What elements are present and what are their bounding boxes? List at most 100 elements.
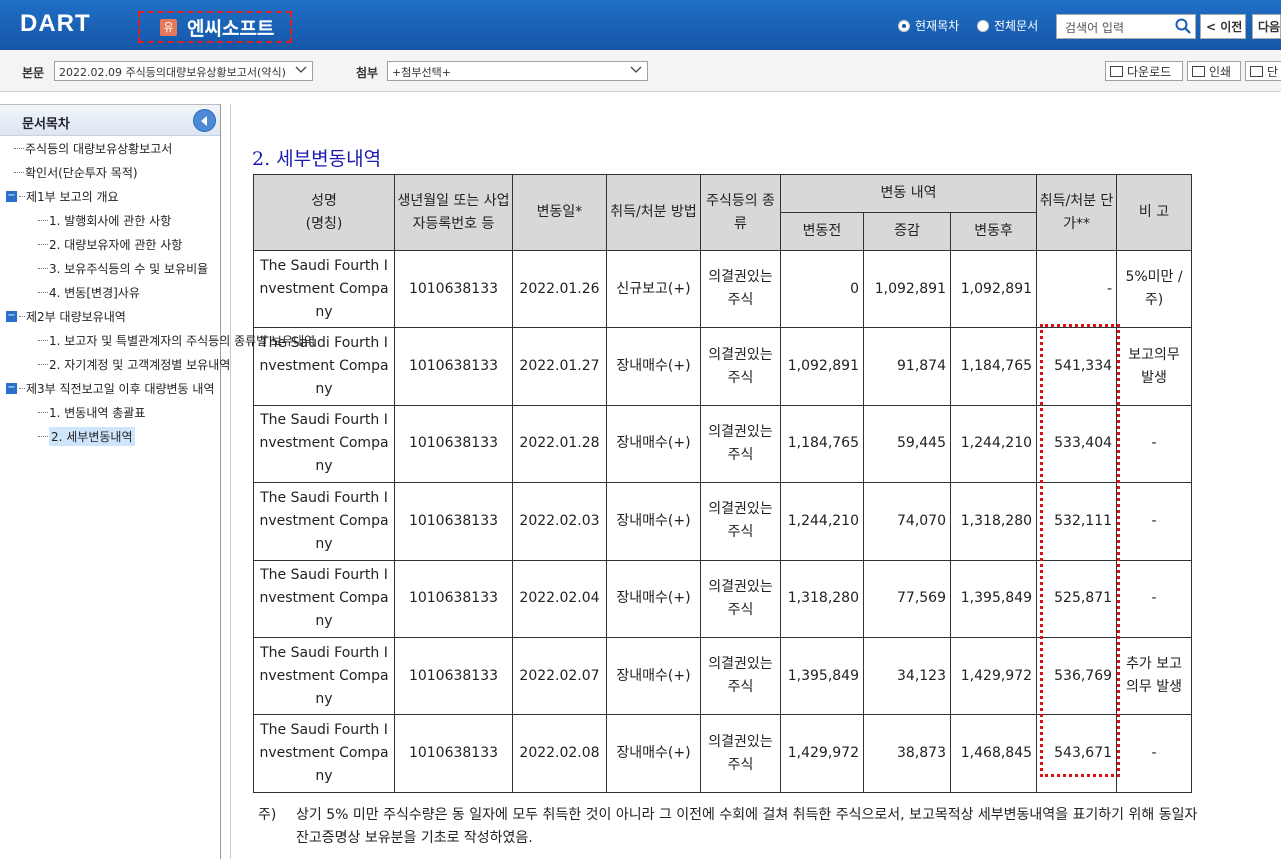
toc-item[interactable]: 1. 변동내역 총괄표 [38, 402, 145, 422]
section-title: 2. 세부변동내역 [252, 148, 382, 170]
content-divider [230, 104, 231, 859]
collapse-icon[interactable]: − [6, 310, 17, 322]
company-badge-icon: 유 [160, 18, 177, 36]
toc-item[interactable]: 3. 보유주식등의 수 및 보유비율 [38, 258, 208, 278]
dart-logo[interactable]: DART [20, 10, 91, 38]
collapse-icon[interactable]: − [6, 382, 17, 394]
header-after: 변동후 [949, 212, 1038, 251]
toc-item[interactable]: 2. 대량보유자에 관한 사항 [38, 234, 182, 254]
toc-item-active[interactable]: 2. 세부변동내역 [38, 426, 135, 446]
view-label: 단 [1267, 64, 1279, 79]
radio-all-docs[interactable]: 전체문서 [977, 17, 1038, 34]
table-row: The Saudi Fourth Investment Company 1010… [253, 714, 1193, 793]
cell-regno: 1010638133 [394, 404, 513, 484]
cell-delta: 59,445 [863, 404, 951, 484]
company-title: 유 엔씨소프트 [138, 11, 292, 43]
toc-title: 문서목차 [22, 117, 70, 132]
header-change-group: 변동 내역 [779, 174, 1038, 213]
table-row: The Saudi Fourth Investment Company 1010… [253, 404, 1193, 484]
cell-method: 장내매수(+) [606, 404, 701, 484]
toc-group[interactable]: − 제1부 보고의 개요 [6, 186, 119, 206]
cell-after: 1,468,845 [949, 714, 1038, 793]
cell-date: 2022.01.27 [512, 327, 607, 406]
toc-item[interactable]: 1. 발행회사에 관한 사항 [38, 210, 171, 230]
search-placeholder: 검색어 입력 [1065, 21, 1125, 35]
cell-method: 장내매수(+) [606, 482, 701, 561]
cell-delta: 77,569 [863, 559, 951, 638]
body-select[interactable]: 2022.02.09 주식등의대량보유상황보고서(약식) [54, 61, 313, 81]
cell-kind: 의결권있는 주식 [700, 482, 781, 561]
cell-date: 2022.02.07 [512, 636, 607, 716]
cell-kind: 의결권있는 주식 [700, 404, 781, 484]
cell-name: The Saudi Fourth Investment Company [253, 482, 395, 561]
next-button[interactable]: 다음 [1252, 14, 1281, 39]
cell-regno: 1010638133 [394, 714, 513, 793]
table-row: The Saudi Fourth Investment Company 1010… [253, 249, 1193, 329]
cell-price: 525,871 [1036, 559, 1118, 638]
chevron-down-icon [295, 64, 307, 76]
cell-note: 추가 보고의무 발생 [1116, 636, 1193, 716]
cell-name: The Saudi Fourth Investment Company [253, 714, 395, 793]
cell-name: The Saudi Fourth Investment Company [253, 249, 395, 329]
cell-after: 1,318,280 [949, 482, 1038, 561]
body-label: 본문 [22, 66, 45, 80]
cell-price: 533,404 [1036, 404, 1118, 484]
cell-before: 1,395,849 [780, 636, 864, 716]
cell-before: 1,184,765 [780, 404, 864, 484]
cell-kind: 의결권있는 주식 [700, 559, 781, 638]
cell-date: 2022.01.26 [512, 249, 607, 329]
cell-before: 1,092,891 [780, 327, 864, 406]
print-button[interactable]: 인쇄 [1187, 61, 1241, 81]
cell-kind: 의결권있는 주식 [700, 714, 781, 793]
attach-label: 첨부 [356, 66, 379, 80]
table-row: The Saudi Fourth Investment Company 1010… [253, 327, 1193, 406]
toc-group[interactable]: − 제2부 대량보유내역 [6, 306, 126, 326]
cell-price: - [1036, 249, 1118, 329]
header-method: 취득/처분 방법 [606, 174, 701, 251]
radio-current-icon[interactable] [898, 19, 910, 32]
header-name: 성명 (명칭) [253, 174, 395, 251]
cell-before: 0 [780, 249, 864, 329]
cell-name: The Saudi Fourth Investment Company [253, 636, 395, 716]
detail-change-table: 성명 (명칭) 생년월일 또는 사업자등록번호 등 변동일* 취득/처분 방법 … [253, 174, 1193, 793]
cell-before: 1,318,280 [780, 559, 864, 638]
cell-note: - [1116, 559, 1193, 638]
toc-item[interactable]: 주식등의 대량보유상황보고서 [14, 138, 172, 158]
cell-regno: 1010638133 [394, 636, 513, 716]
body-select-value: 2022.02.09 주식등의대량보유상황보고서(약식) [59, 66, 286, 79]
toc-item[interactable]: 2. 자기계정 및 고객계정별 보유내역 [38, 354, 230, 374]
radio-all-label: 전체문서 [994, 19, 1039, 33]
cell-kind: 의결권있는 주식 [700, 249, 781, 329]
view-button[interactable]: 단 [1245, 61, 1281, 81]
cell-date: 2022.02.03 [512, 482, 607, 561]
chevron-down-icon [630, 66, 642, 73]
collapse-sidebar-button[interactable] [193, 109, 216, 132]
cell-name: The Saudi Fourth Investment Company [253, 404, 395, 484]
cell-regno: 1010638133 [394, 249, 513, 329]
search-icon[interactable] [1175, 18, 1191, 34]
download-icon [1110, 65, 1123, 77]
cell-method: 장내매수(+) [606, 714, 701, 793]
cell-regno: 1010638133 [394, 559, 513, 638]
cell-regno: 1010638133 [394, 482, 513, 561]
cell-after: 1,395,849 [949, 559, 1038, 638]
download-button[interactable]: 다운로드 [1105, 61, 1183, 81]
cell-price: 536,769 [1036, 636, 1118, 716]
toc-item[interactable]: 4. 변동[변경]사유 [38, 282, 140, 302]
toc-group[interactable]: − 제3부 직전보고일 이후 대량변동 내역 [6, 378, 215, 398]
radio-current-toc[interactable]: 현재목차 [898, 17, 959, 34]
collapse-icon[interactable]: − [6, 190, 17, 202]
header-kind: 주식등의 종류 [700, 174, 781, 251]
table-row: The Saudi Fourth Investment Company 1010… [253, 559, 1193, 638]
search-input[interactable]: 검색어 입력 [1056, 14, 1196, 39]
cell-price: 541,334 [1036, 327, 1118, 406]
toc-sidebar: 문서목차 주식등의 대량보유상황보고서 확인서(단순투자 목적) − 제1부 보고… [0, 104, 315, 859]
radio-all-icon[interactable] [977, 19, 989, 32]
cell-note: 5%미만 /주) [1116, 249, 1193, 329]
attach-select[interactable]: +첨부선택+ [387, 61, 648, 81]
cell-before: 1,244,210 [780, 482, 864, 561]
cell-before: 1,429,972 [780, 714, 864, 793]
cell-regno: 1010638133 [394, 327, 513, 406]
toc-item[interactable]: 확인서(단순투자 목적) [14, 162, 138, 182]
prev-button[interactable]: < 이전 [1200, 14, 1246, 39]
